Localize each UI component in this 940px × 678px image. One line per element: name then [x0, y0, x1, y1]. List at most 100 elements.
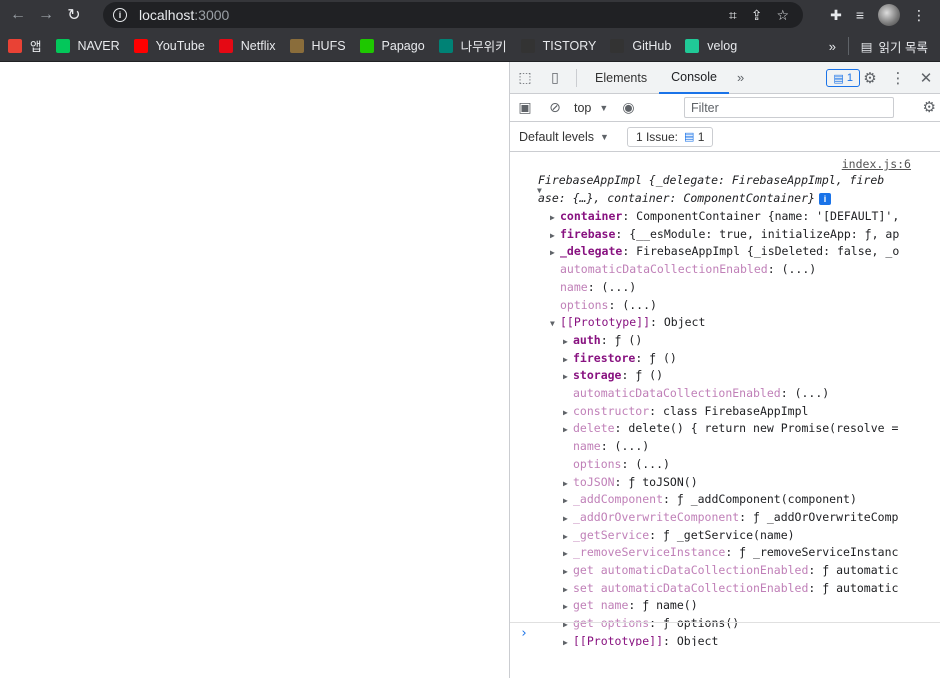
property-row[interactable]: ▶ storage: ƒ () [563, 367, 663, 386]
property-row[interactable]: ▶ _removeServiceInstance: ƒ _removeServic… [563, 544, 898, 563]
property-key: _addComponent [573, 492, 664, 507]
divider [576, 68, 577, 87]
translate-icon[interactable]: ⌗ [729, 7, 737, 24]
live-expression-eye-icon[interactable]: ◉ [622, 99, 634, 116]
log-entry-header-2[interactable]: ase: {…}, container: ComponentContainer}… [538, 190, 831, 208]
property-row[interactable]: ▶ toJSON: ƒ toJSON() [563, 474, 698, 493]
property-row[interactable]: ▶ _getService: ƒ _getService(name) [563, 527, 795, 546]
expand-triangle-icon[interactable]: ▶ [550, 227, 560, 245]
sidebar-toggle-icon[interactable]: ▣ [510, 99, 540, 116]
property-row[interactable]: options: (...) [563, 456, 670, 474]
log-levels-dropdown[interactable]: Default levels ▼ [519, 130, 609, 144]
expand-triangle-icon[interactable]: ▶ [563, 351, 573, 369]
bookmark-item[interactable]: velog [685, 38, 738, 53]
expand-triangle-icon[interactable]: ▶ [563, 598, 573, 616]
property-row[interactable]: ▶ _delegate: FirebaseAppImpl {_isDeleted:… [550, 243, 899, 262]
devtools-panel: ⬚ ▯ Elements Console » ▤ 1 ⚙ ⋮ ✕ ▣ ⊘ top… [509, 62, 940, 678]
property-row[interactable]: ▶ _addOrOverwriteComponent: ƒ _addOrOverw… [563, 509, 898, 528]
bookmark-star-icon[interactable]: ☆ [776, 7, 789, 24]
expand-triangle-icon[interactable]: ▶ [550, 244, 560, 262]
expand-triangle-icon[interactable]: ▶ [550, 209, 560, 227]
tab-elements[interactable]: Elements [583, 62, 659, 94]
bookmark-label: velog [707, 38, 738, 53]
property-value: : (...) [600, 439, 650, 454]
property-row[interactable]: ▶ firestore: ƒ () [563, 350, 677, 369]
expand-triangle-icon[interactable]: ▶ [563, 475, 573, 493]
bookmark-item[interactable]: Netflix [218, 38, 276, 53]
property-key: firebase [560, 226, 616, 241]
dropdown-arrow-icon: ▼ [599, 102, 609, 113]
expand-triangle-icon[interactable]: ▶ [563, 528, 573, 546]
property-row[interactable]: ▶ container: ComponentContainer {name: '[… [550, 208, 899, 227]
reading-list-button[interactable]: ▤ 읽기 목록 [847, 30, 928, 62]
back-arrow-icon[interactable]: ← [8, 5, 28, 25]
property-key: [[Prototype]] [560, 315, 651, 330]
issues-button[interactable]: 1 Issue: ▤ 1 [626, 126, 714, 147]
filter-input[interactable] [684, 97, 894, 118]
expand-triangle-icon[interactable]: ▶ [563, 333, 573, 351]
info-icon[interactable]: i [818, 192, 831, 205]
context-selector[interactable]: top ▼ [574, 101, 608, 115]
expand-triangle-icon[interactable]: ▶ [563, 510, 573, 528]
property-row[interactable]: ▶ get name: ƒ name() [563, 597, 698, 616]
address-bar[interactable]: i localhost:3000 ⌗ ⇪ ☆ [103, 2, 803, 28]
property-value: : {__esModule: true, initializeApp: ƒ, a… [615, 226, 900, 241]
property-row[interactable]: ▶ constructor: class FirebaseAppImpl [563, 403, 808, 422]
console-settings-gear-icon[interactable]: ⚙ [923, 98, 936, 116]
site-info-icon[interactable]: i [113, 8, 127, 22]
collapse-triangle-icon[interactable]: ▼ [550, 315, 560, 333]
bookmark-item[interactable]: NAVER [55, 38, 120, 53]
bookmark-item[interactable]: Papago [359, 38, 425, 53]
inspect-element-icon[interactable]: ⬚ [510, 62, 540, 94]
reload-icon[interactable]: ↻ [64, 5, 84, 25]
bookmark-item[interactable]: HUFS [289, 38, 346, 53]
property-row[interactable]: ▼ [[Prototype]]: Object [550, 314, 705, 333]
settings-gear-icon[interactable]: ⚙ [856, 69, 884, 87]
expand-triangle-icon[interactable]: ▶ [563, 581, 573, 599]
device-toolbar-icon[interactable]: ▯ [540, 62, 570, 94]
bookmark-label: Netflix [240, 38, 276, 53]
bookmarks-overflow-button[interactable]: » [829, 30, 836, 62]
more-tabs-icon[interactable]: » [729, 70, 752, 85]
media-control-icon[interactable]: ≡ [856, 7, 864, 23]
expand-triangle-icon[interactable]: ▶ [563, 492, 573, 510]
extensions-icon[interactable]: ✚ [830, 7, 842, 24]
messages-badge[interactable]: ▤ 1 [826, 69, 860, 87]
expand-triangle-icon[interactable]: ▶ [563, 404, 573, 422]
property-row[interactable]: ▶ delete: delete() { return new Promise(r… [563, 420, 898, 439]
bookmark-item[interactable]: 나무위키 [438, 36, 507, 55]
reading-list-icon: ▤ [860, 39, 873, 54]
property-row[interactable]: name: (...) [550, 279, 636, 297]
devtools-menu-icon[interactable]: ⋮ [884, 69, 912, 87]
expand-triangle-icon[interactable]: ▶ [563, 421, 573, 439]
expand-triangle-icon[interactable]: ▶ [563, 368, 573, 386]
bookmark-item[interactable]: 앱 [8, 36, 42, 55]
property-row[interactable]: ▶ get automaticDataCollectionEnabled: ƒ a… [563, 562, 898, 581]
forward-arrow-icon[interactable]: → [36, 5, 56, 25]
property-key: constructor [573, 403, 650, 418]
tab-console[interactable]: Console [659, 62, 729, 94]
clear-console-icon[interactable]: ⊘ [540, 99, 570, 116]
bookmark-item[interactable]: YouTube [133, 38, 205, 53]
property-row[interactable]: automaticDataCollectionEnabled: (...) [563, 385, 829, 403]
property-row[interactable]: ▶ set automaticDataCollectionEnabled: ƒ a… [563, 580, 898, 599]
console-prompt[interactable]: › [510, 622, 940, 646]
property-row[interactable]: automaticDataCollectionEnabled: (...) [550, 261, 816, 279]
log-entry-header[interactable]: FirebaseAppImpl {_delegate: FirebaseAppI… [538, 172, 884, 190]
property-row[interactable]: options: (...) [550, 297, 657, 315]
share-icon[interactable]: ⇪ [751, 7, 763, 24]
close-icon[interactable]: ✕ [912, 69, 940, 87]
bookmark-item[interactable]: TISTORY [520, 38, 596, 53]
profile-avatar[interactable] [878, 4, 900, 26]
bookmark-item[interactable]: GitHub [610, 38, 671, 53]
menu-kebab-icon[interactable]: ⋮ [912, 7, 926, 24]
expand-triangle-icon[interactable]: ▼ [537, 181, 547, 200]
property-row[interactable]: ▶ _addComponent: ƒ _addComponent(componen… [563, 491, 857, 510]
property-row[interactable]: ▶ firebase: {__esModule: true, initialize… [550, 226, 899, 245]
expand-triangle-icon[interactable]: ▶ [563, 545, 573, 563]
property-row[interactable]: ▶ auth: ƒ () [563, 332, 642, 351]
property-row[interactable]: name: (...) [563, 438, 649, 456]
property-value: : FirebaseAppImpl {_isDeleted: false, _o [622, 244, 900, 259]
bookmark-favicon-icon [685, 38, 700, 53]
expand-triangle-icon[interactable]: ▶ [563, 563, 573, 581]
